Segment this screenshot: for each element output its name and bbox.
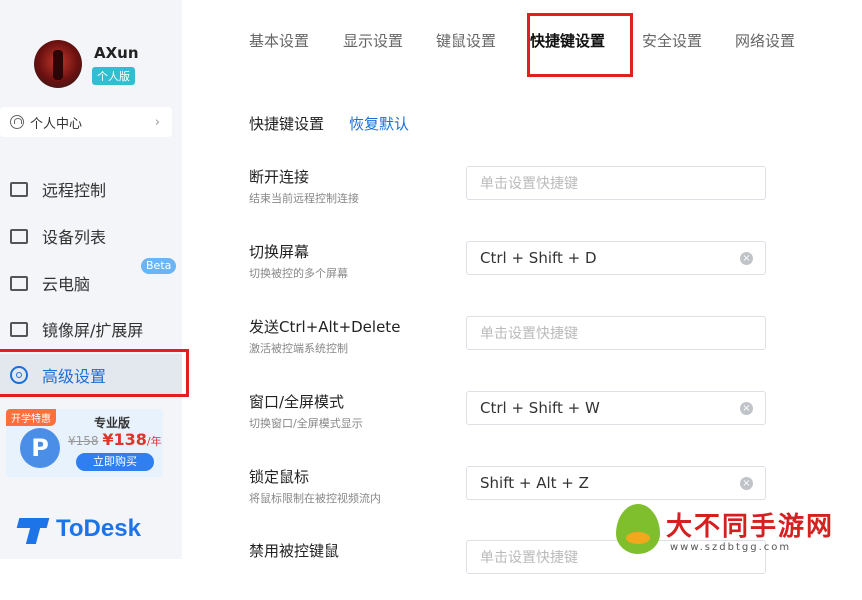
- shortcut-row: 窗口/全屏模式 切换窗口/全屏模式显示 Ctrl + Shift + W ×: [249, 391, 779, 451]
- shortcut-desc: 将鼠标限制在被控视频流内: [249, 492, 381, 505]
- new-price: ¥138: [102, 430, 147, 449]
- tab-network-settings[interactable]: 网络设置: [735, 30, 795, 51]
- shortcut-value: Shift + Alt + Z: [480, 474, 589, 492]
- shortcut-placeholder: 单击设置快捷键: [480, 326, 578, 342]
- beta-badge: Beta: [141, 258, 177, 274]
- shortcut-row: 发送Ctrl+Alt+Delete 激活被控端系统控制 单击设置快捷键: [249, 316, 779, 376]
- tab-keyboard-mouse-settings[interactable]: 键鼠设置: [436, 30, 496, 51]
- todesk-logo: ToDesk: [18, 514, 141, 544]
- sidebar: AXun 个人版 个人中心 › 远程控制 设备列表 云电脑 镜像屏/扩展屏 高级…: [0, 0, 182, 559]
- shortcut-row: 切换屏幕 切换被控的多个屏幕 Ctrl + Shift + D ×: [249, 241, 779, 301]
- leaf-logo-icon: [616, 504, 660, 554]
- sidebar-item-remote-control[interactable]: 远程控制: [0, 168, 182, 210]
- shortcut-title: 窗口/全屏模式: [249, 393, 345, 411]
- shortcut-input[interactable]: Ctrl + Shift + D ×: [466, 241, 766, 275]
- old-price: ¥158: [68, 434, 99, 448]
- tab-security-settings[interactable]: 安全设置: [642, 30, 702, 51]
- promo-product: 专业版: [94, 416, 131, 430]
- promo-tag: 开学特惠: [6, 409, 56, 426]
- chevron-right-icon: ›: [154, 114, 160, 130]
- logo-text: ToDesk: [56, 515, 141, 542]
- shortcut-desc: 切换被控的多个屏幕: [249, 267, 348, 280]
- sidebar-item-label: 云电脑: [42, 275, 91, 294]
- devices-icon: [10, 228, 28, 244]
- sidebar-item-label: 镜像屏/扩展屏: [42, 321, 144, 340]
- todesk-logo-icon: [18, 514, 50, 544]
- user-circle-icon: [10, 115, 24, 129]
- watermark-text: 大不同手游网: [666, 512, 835, 542]
- restore-defaults-link[interactable]: 恢复默认: [349, 113, 409, 134]
- shortcut-desc: 结束当前远程控制连接: [249, 192, 359, 205]
- clear-icon[interactable]: ×: [740, 252, 753, 265]
- personal-center-label: 个人中心: [30, 116, 83, 132]
- section-title: 快捷键设置: [249, 115, 325, 133]
- shortcut-input[interactable]: 单击设置快捷键: [466, 316, 766, 350]
- shortcut-title: 锁定鼠标: [249, 468, 310, 486]
- highlight-box-sidebar: [0, 349, 189, 397]
- clear-icon[interactable]: ×: [740, 477, 753, 490]
- price-unit: /年: [146, 435, 162, 448]
- personal-center-button[interactable]: 个人中心 ›: [0, 107, 172, 137]
- tab-basic-settings[interactable]: 基本设置: [249, 30, 309, 51]
- shortcut-title: 发送Ctrl+Alt+Delete: [249, 318, 401, 336]
- watermark-url: www.szdbtgg.com: [670, 542, 792, 553]
- sidebar-item-label: 远程控制: [42, 181, 107, 200]
- shortcut-placeholder: 单击设置快捷键: [480, 550, 578, 566]
- shortcut-input[interactable]: Shift + Alt + Z ×: [466, 466, 766, 500]
- shortcut-input[interactable]: Ctrl + Shift + W ×: [466, 391, 766, 425]
- shortcut-title: 禁用被控键鼠: [249, 542, 340, 560]
- mirror-screen-icon: [10, 321, 28, 337]
- shortcut-placeholder: 单击设置快捷键: [480, 176, 578, 192]
- promo-price: ¥158 ¥138/年: [68, 430, 162, 449]
- tab-display-settings[interactable]: 显示设置: [343, 30, 403, 51]
- pro-shield-icon: P: [20, 428, 60, 468]
- clear-icon[interactable]: ×: [740, 402, 753, 415]
- avatar[interactable]: [34, 40, 82, 88]
- highlight-box-tab: [527, 13, 633, 77]
- monitor-icon: [10, 181, 28, 197]
- username: AXun: [94, 44, 139, 62]
- shortcut-value: Ctrl + Shift + W: [480, 399, 600, 417]
- cloud-pc-icon: [10, 275, 28, 291]
- sidebar-item-device-list[interactable]: 设备列表: [0, 215, 182, 257]
- watermark: 大不同手游网 www.szdbtgg.com: [612, 502, 862, 559]
- edition-badge: 个人版: [92, 67, 135, 85]
- shortcut-desc: 切换窗口/全屏模式显示: [249, 417, 363, 430]
- shortcut-title: 断开连接: [249, 168, 310, 186]
- shortcut-value: Ctrl + Shift + D: [480, 249, 597, 267]
- shortcut-row: 断开连接 结束当前远程控制连接 单击设置快捷键: [249, 166, 779, 226]
- shortcut-desc: 激活被控端系统控制: [249, 342, 348, 355]
- shortcut-title: 切换屏幕: [249, 243, 310, 261]
- sidebar-item-label: 设备列表: [42, 228, 107, 247]
- shortcut-input[interactable]: 单击设置快捷键: [466, 166, 766, 200]
- buy-now-button[interactable]: 立即购买: [76, 453, 154, 471]
- sidebar-item-mirror-screen[interactable]: 镜像屏/扩展屏: [0, 308, 182, 350]
- pro-promo-card[interactable]: 开学特惠 P 专业版 ¥158 ¥138/年 立即购买: [6, 409, 163, 477]
